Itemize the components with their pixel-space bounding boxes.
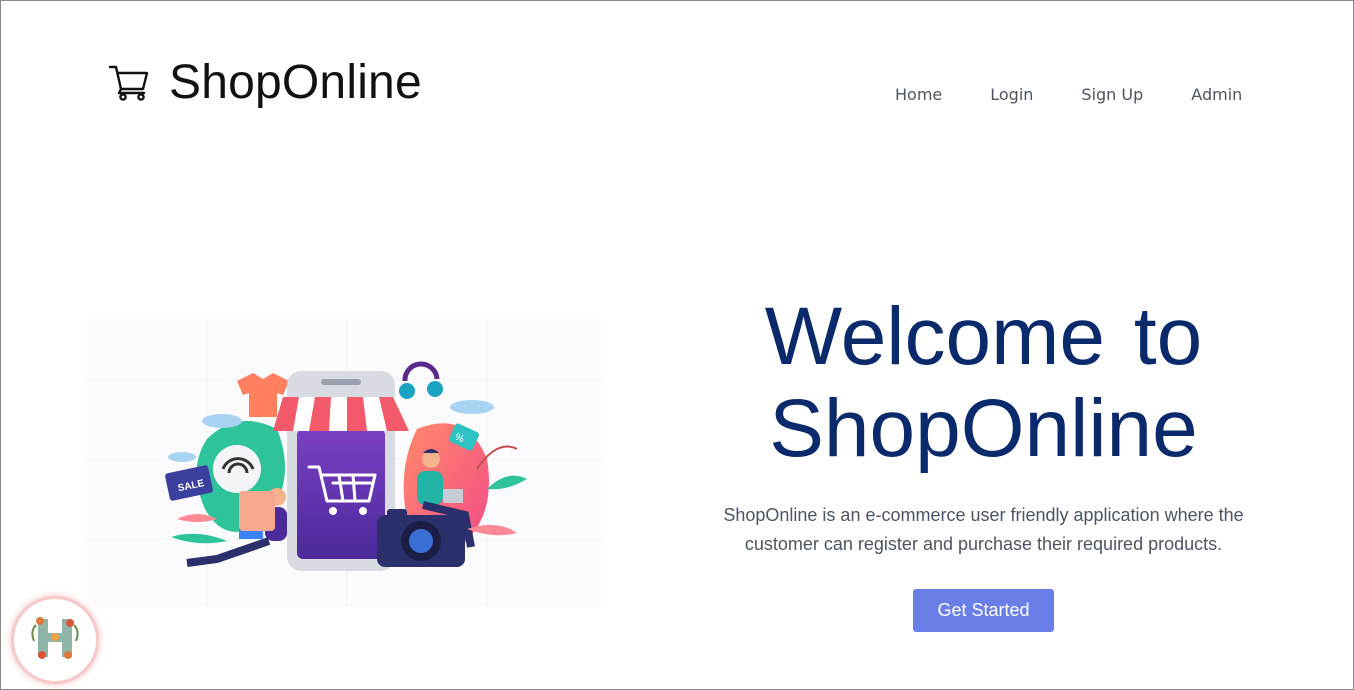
nav-admin[interactable]: Admin [1191,85,1242,105]
hero-title: Welcome to ShopOnline [764,291,1203,474]
hero-description: ShopOnline is an e-commerce user friendl… [723,505,1244,554]
nav-login[interactable]: Login [990,85,1033,105]
main-nav: Home Login Sign Up Admin [895,85,1242,105]
floral-h-monogram-icon [28,611,82,670]
get-started-button[interactable]: Get Started [913,589,1054,632]
shopping-cart-icon [107,59,151,108]
floating-badge[interactable] [14,599,96,681]
brand-logo-link[interactable]: ShopOnline [107,57,422,109]
nav-signup[interactable]: Sign Up [1081,85,1143,105]
app-window: ShopOnline Home Login Sign Up Admin SALE… [0,0,1354,690]
brand-name: ShopOnline [169,56,422,109]
online-shopping-illustration: SALE % [87,319,601,607]
hero-section: Welcome to ShopOnline ShopOnline is an e… [701,291,1266,632]
nav-home[interactable]: Home [895,85,942,105]
